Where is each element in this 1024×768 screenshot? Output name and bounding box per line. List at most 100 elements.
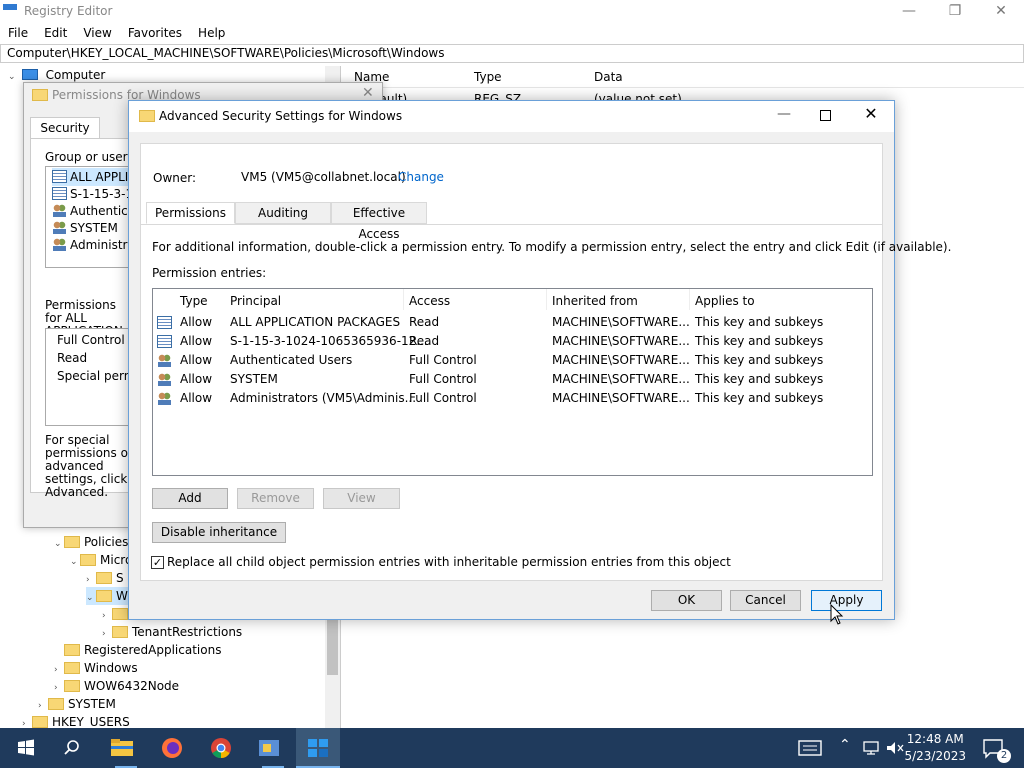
tree-item-windows-selected[interactable]: ⌄ W bbox=[86, 587, 128, 605]
system-clock[interactable]: 12:48 AM 5/23/2023 bbox=[904, 731, 966, 765]
menu-view[interactable]: View bbox=[75, 24, 119, 42]
entry-access: Read bbox=[409, 334, 440, 348]
users-icon bbox=[157, 354, 172, 367]
folder-icon bbox=[96, 590, 112, 602]
server-manager-icon[interactable] bbox=[255, 734, 283, 762]
users-icon bbox=[52, 238, 67, 251]
firefox-icon[interactable] bbox=[158, 734, 186, 762]
column-principal[interactable]: Principal bbox=[230, 294, 281, 308]
column-type[interactable]: Type bbox=[180, 294, 208, 308]
column-inherited-from[interactable]: Inherited from bbox=[552, 294, 638, 308]
ok-button[interactable]: OK bbox=[651, 590, 722, 611]
column-type[interactable]: Type bbox=[474, 70, 502, 84]
apply-button[interactable]: Apply bbox=[811, 590, 882, 611]
chevron-down-icon[interactable]: ⌄ bbox=[8, 68, 18, 86]
entry-applies: This key and subkeys bbox=[695, 372, 824, 386]
permission-entry-row[interactable]: Allow S-1-15-3-1024-1065365936-12... Rea… bbox=[153, 332, 870, 351]
entry-access: Full Control bbox=[409, 391, 477, 405]
folder-icon bbox=[112, 626, 128, 638]
mouse-cursor-icon bbox=[830, 604, 844, 625]
permission-entry-row[interactable]: Allow SYSTEM Full Control MACHINE\SOFTWA… bbox=[153, 370, 870, 389]
tab-security[interactable]: Security bbox=[30, 117, 100, 139]
tab-effective-access[interactable]: Effective Access bbox=[331, 202, 427, 241]
restore-button[interactable]: ❐ bbox=[932, 0, 978, 22]
notification-count-badge: 2 bbox=[997, 749, 1011, 763]
column-access[interactable]: Access bbox=[409, 294, 450, 308]
search-icon[interactable] bbox=[58, 734, 86, 762]
close-button[interactable]: ✕ bbox=[978, 0, 1024, 22]
maximize-button[interactable] bbox=[815, 106, 835, 126]
entry-principal: ALL APPLICATION PACKAGES bbox=[230, 315, 401, 329]
disable-inheritance-button[interactable]: Disable inheritance bbox=[152, 522, 286, 543]
tree-label: SYSTEM bbox=[68, 697, 116, 711]
group-item[interactable]: SYSTEM bbox=[52, 219, 118, 237]
perm-full-control: Full Control bbox=[57, 333, 125, 347]
volume-muted-icon[interactable] bbox=[885, 740, 905, 756]
entries-header: Type Principal Access Inherited from App… bbox=[153, 289, 870, 310]
package-icon bbox=[52, 187, 67, 200]
dialog-panel: Owner: VM5 (VM5@collabnet.local) Change … bbox=[140, 143, 951, 581]
cancel-button[interactable]: Cancel bbox=[730, 590, 801, 611]
chrome-icon[interactable] bbox=[207, 734, 235, 762]
change-owner-link[interactable]: Change bbox=[398, 170, 444, 184]
permission-entries-list[interactable]: Type Principal Access Inherited from App… bbox=[152, 288, 873, 476]
group-name: SYSTEM bbox=[70, 221, 118, 235]
entry-inherited: MACHINE\SOFTWARE... bbox=[552, 353, 690, 367]
permission-entry-row[interactable]: Allow Administrators (VM5\Adminis... Ful… bbox=[153, 389, 870, 408]
tab-permissions[interactable]: Permissions bbox=[146, 202, 235, 224]
minimize-button[interactable]: — bbox=[886, 0, 932, 22]
keyboard-icon[interactable] bbox=[798, 739, 822, 757]
folder-icon bbox=[139, 110, 155, 122]
chevron-down-icon[interactable]: ⌄ bbox=[54, 535, 64, 553]
column-data[interactable]: Data bbox=[594, 70, 623, 84]
tree-item-windows[interactable]: › Windows bbox=[54, 659, 138, 677]
replace-child-entries-checkbox[interactable]: ✓ bbox=[151, 556, 164, 569]
tree-label: S bbox=[116, 571, 124, 585]
add-button[interactable]: Add bbox=[152, 488, 228, 509]
tree-item-wow6432node[interactable]: › WOW6432Node bbox=[54, 677, 179, 695]
tree-item-microsoft[interactable]: ⌄ Micro bbox=[70, 551, 132, 569]
owner-label: Owner: bbox=[153, 171, 197, 185]
entry-applies: This key and subkeys bbox=[695, 353, 824, 367]
entry-applies: This key and subkeys bbox=[695, 334, 824, 348]
values-header: Name Type Data bbox=[346, 66, 1024, 88]
tree-label: Policies bbox=[84, 535, 129, 549]
entry-type: Allow bbox=[180, 353, 213, 367]
network-icon[interactable] bbox=[862, 740, 880, 756]
tree-item-s[interactable]: › S bbox=[86, 569, 124, 587]
entry-applies: This key and subkeys bbox=[695, 315, 824, 329]
tree-label: W bbox=[116, 589, 128, 603]
tab-auditing[interactable]: Auditing bbox=[235, 202, 331, 224]
close-button[interactable]: ✕ bbox=[362, 85, 374, 101]
show-hidden-icons-chevron-up-icon[interactable]: ⌃ bbox=[839, 737, 851, 753]
tree-label: HKEY_USERS bbox=[52, 715, 130, 729]
minimize-button[interactable]: — bbox=[769, 106, 799, 122]
menu-help[interactable]: Help bbox=[190, 24, 233, 42]
column-applies-to[interactable]: Applies to bbox=[695, 294, 755, 308]
tree-item-system[interactable]: › SYSTEM bbox=[38, 695, 116, 713]
start-windows-icon[interactable] bbox=[12, 734, 40, 762]
chevron-down-icon[interactable]: ⌄ bbox=[70, 553, 80, 571]
replace-child-entries-label: Replace all child object permission entr… bbox=[167, 555, 731, 569]
close-button[interactable]: ✕ bbox=[860, 104, 882, 123]
remove-button[interactable]: Remove bbox=[237, 488, 314, 509]
folder-icon bbox=[64, 662, 80, 674]
dialog-title: Advanced Security Settings for Windows bbox=[159, 109, 403, 123]
tree-item-tenantrestrictions[interactable]: › TenantRestrictions bbox=[102, 623, 242, 641]
tree-label: RegisteredApplications bbox=[84, 643, 222, 657]
menu-file[interactable]: File bbox=[0, 24, 36, 42]
menu-edit[interactable]: Edit bbox=[36, 24, 75, 42]
view-button[interactable]: View bbox=[323, 488, 400, 509]
tree-label: WOW6432Node bbox=[84, 679, 180, 693]
menu-favorites[interactable]: Favorites bbox=[120, 24, 190, 42]
tree-item-registeredapplications[interactable]: RegisteredApplications bbox=[54, 641, 221, 659]
regedit-taskbar-item-active[interactable] bbox=[296, 728, 340, 768]
permission-entry-row[interactable]: Allow Authenticated Users Full Control M… bbox=[153, 351, 870, 370]
address-bar[interactable]: Computer\HKEY_LOCAL_MACHINE\SOFTWARE\Pol… bbox=[0, 44, 1024, 63]
tree-item-policies[interactable]: ⌄ Policies bbox=[54, 533, 128, 551]
special-permissions-note: For special permissions or advanced sett… bbox=[45, 433, 133, 499]
chevron-down-icon[interactable]: ⌄ bbox=[86, 589, 96, 607]
file-explorer-icon[interactable] bbox=[108, 734, 136, 762]
permission-entry-row[interactable]: Allow ALL APPLICATION PACKAGES Read MACH… bbox=[153, 313, 870, 332]
info-text: For additional information, double-click… bbox=[152, 240, 952, 254]
